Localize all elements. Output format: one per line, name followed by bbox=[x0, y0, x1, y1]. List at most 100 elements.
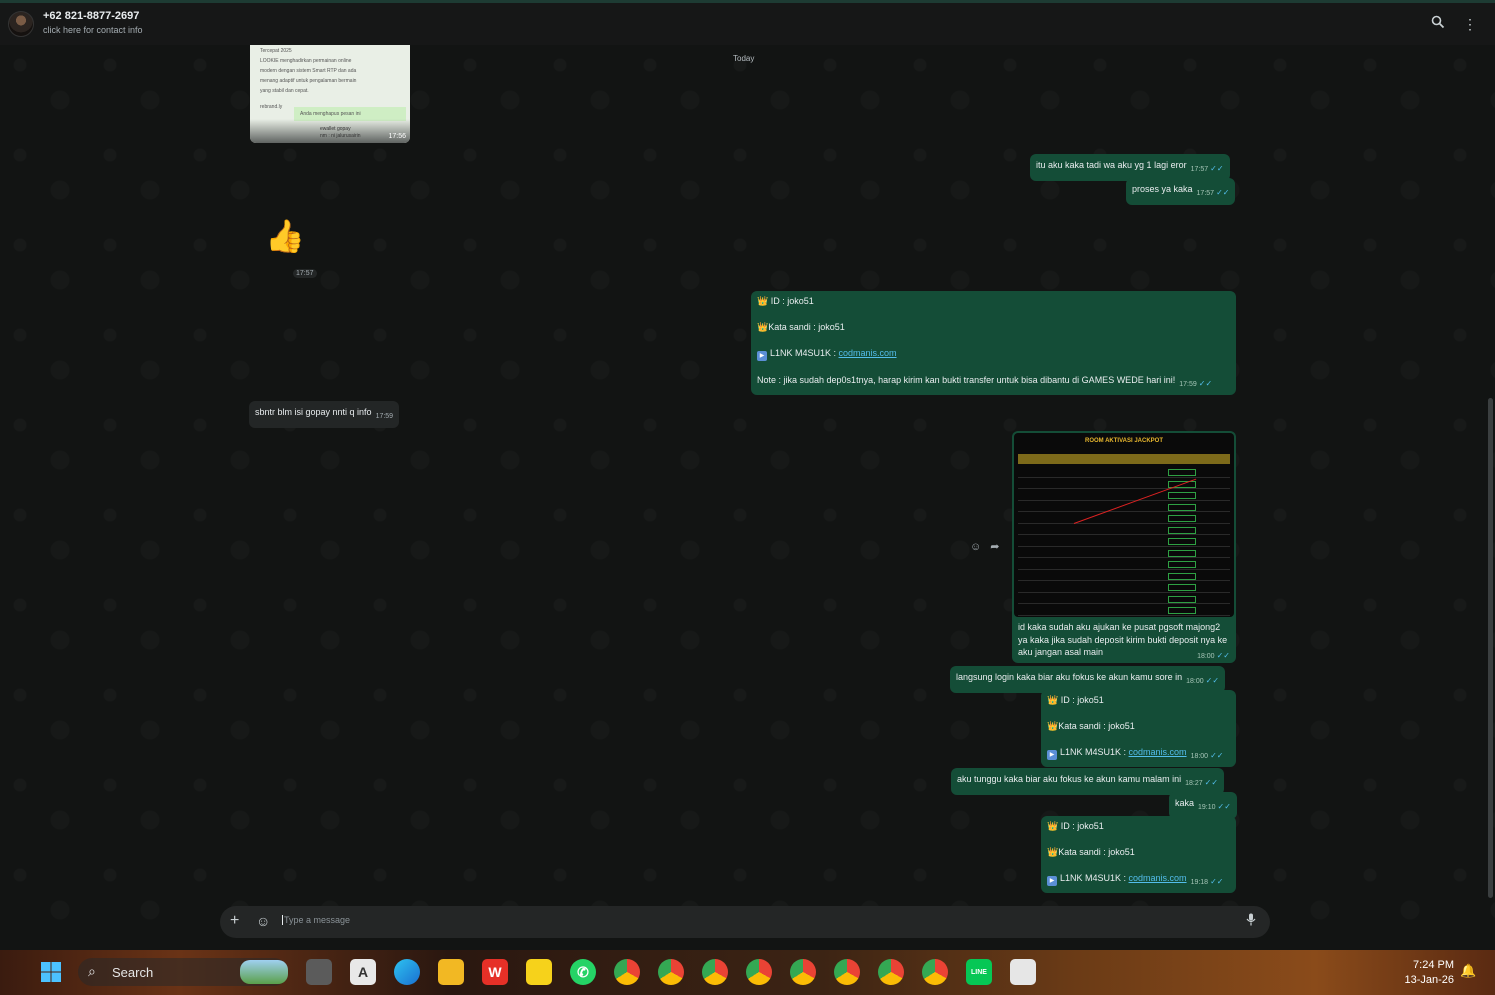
message-time: 18:00 bbox=[1190, 753, 1209, 760]
outgoing-message[interactable]: itu aku kaka tadi wa aku yg 1 lagi eror 1… bbox=[1030, 154, 1230, 181]
chrome-profile-icon[interactable] bbox=[790, 959, 816, 985]
crown-icon: 👑 bbox=[1047, 695, 1059, 705]
message-link[interactable]: codmanis.com bbox=[1129, 747, 1187, 757]
link-label: L1NK M4SU1K : bbox=[770, 348, 839, 358]
outgoing-message[interactable]: kaka 19:10 ✓✓ bbox=[1169, 792, 1237, 819]
outgoing-credentials-message[interactable]: 👑 ID : joko51 👑Kata sandi : joko51 ▶ L1NK… bbox=[1041, 816, 1236, 893]
font-app-icon[interactable]: A bbox=[350, 959, 376, 985]
message-text: kaka bbox=[1175, 798, 1195, 808]
preview-text-line: Tercepat 2025 bbox=[260, 48, 292, 54]
link-label: L1NK M4SU1K : bbox=[1060, 747, 1129, 757]
read-ticks-icon: ✓✓ bbox=[1198, 379, 1213, 388]
search-icon: ⌕ bbox=[88, 963, 96, 979]
chrome-profile-icon[interactable] bbox=[746, 959, 772, 985]
edge-browser-icon[interactable] bbox=[394, 959, 420, 985]
outgoing-message[interactable]: proses ya kaka 17:57 ✓✓ bbox=[1126, 178, 1236, 205]
message-text: langsung login kaka biar aku fokus ke ak… bbox=[956, 672, 1183, 682]
windows-start-icon[interactable] bbox=[38, 959, 64, 985]
message-text: aku tunggu kaka biar aku fokus ke akun k… bbox=[957, 774, 1182, 784]
chrome-profile-icon[interactable] bbox=[922, 959, 948, 985]
message-link[interactable]: codmanis.com bbox=[839, 348, 897, 358]
outgoing-message[interactable]: langsung login kaka biar aku fokus ke ak… bbox=[950, 666, 1226, 693]
chrome-profile-icon[interactable] bbox=[614, 959, 640, 985]
message-text: sbntr blm isi gopay nnti q info bbox=[255, 407, 372, 417]
contact-name[interactable]: +62 821-8877-2697 bbox=[43, 10, 139, 22]
thumbs-up-emoji-message[interactable]: 👍 bbox=[265, 218, 305, 254]
read-ticks-icon: ✓✓ bbox=[1210, 164, 1224, 173]
incoming-screenshot-message[interactable]: Tercepat 2025 LOOKIE menghadirkan permai… bbox=[250, 45, 410, 143]
read-ticks-icon: ✓✓ bbox=[1204, 778, 1219, 787]
preview-text-line: nm : ni jalurusairin bbox=[320, 133, 361, 139]
message-time: 19:18 bbox=[1190, 879, 1209, 886]
contact-info-hint[interactable]: click here for contact info bbox=[43, 25, 143, 35]
incoming-message[interactable]: sbntr blm isi gopay nnti q info 17:59 bbox=[249, 401, 400, 428]
wps-office-icon[interactable]: W bbox=[482, 959, 508, 985]
clock-date: 13-Jan-26 bbox=[1404, 974, 1454, 986]
kebab-menu-icon[interactable]: ⋮ bbox=[1461, 15, 1479, 33]
message-time: 17:57 bbox=[1196, 190, 1215, 197]
read-ticks-icon: ✓✓ bbox=[1205, 676, 1220, 685]
message-link[interactable]: codmanis.com bbox=[1129, 873, 1187, 883]
crown-icon: 👑 bbox=[1047, 721, 1059, 731]
message-time: 18:00 bbox=[1186, 678, 1204, 685]
chrome-profile-icon[interactable] bbox=[702, 959, 728, 985]
contact-avatar[interactable] bbox=[8, 11, 34, 37]
app-window-icon[interactable] bbox=[1010, 959, 1036, 985]
sticky-notes-icon[interactable] bbox=[526, 959, 552, 985]
password-line: Kata sandi : joko51 bbox=[768, 322, 845, 332]
password-line: Kata sandi : joko51 bbox=[1058, 847, 1135, 857]
crown-icon: 👑 bbox=[757, 322, 769, 332]
whatsapp-icon[interactable]: ✆ bbox=[570, 959, 596, 985]
chat-header[interactable]: +62 821-8877-2697 click here for contact… bbox=[0, 3, 1495, 45]
read-ticks-icon: ✓✓ bbox=[1210, 751, 1224, 760]
date-divider: Today bbox=[733, 54, 755, 63]
message-time: 19:10 bbox=[1198, 804, 1216, 811]
image-table-rows bbox=[1018, 466, 1230, 616]
outgoing-credentials-message[interactable]: 👑 ID : joko51 👑Kata sandi : joko51 ▶ L1NK… bbox=[751, 291, 1236, 395]
chrome-profile-icon[interactable] bbox=[658, 959, 684, 985]
message-time: 17:56 bbox=[388, 133, 406, 140]
preview-text-line: menang adaptif untuk pengalaman bermain bbox=[260, 78, 357, 84]
play-icon: ▶ bbox=[1047, 750, 1057, 760]
outgoing-credentials-message[interactable]: 👑 ID : joko51 👑Kata sandi : joko51 ▶ L1NK… bbox=[1041, 690, 1236, 767]
system-clock[interactable]: 7:24 PM 13-Jan-26 bbox=[1392, 958, 1454, 988]
chat-area[interactable] bbox=[0, 45, 1495, 950]
id-line: ID : joko51 bbox=[1058, 821, 1104, 831]
jackpot-table-image[interactable]: ROOM AKTIVASI JACKPOT bbox=[1014, 433, 1234, 617]
outgoing-message[interactable]: aku tunggu kaka biar aku fokus ke akun k… bbox=[951, 768, 1225, 795]
message-composer[interactable]: + ☺ Type a message bbox=[220, 906, 1270, 938]
id-line: ID : joko51 bbox=[1058, 695, 1104, 705]
emoji-reaction-icon[interactable]: ☺ bbox=[970, 541, 981, 553]
read-ticks-icon: ✓✓ bbox=[1217, 802, 1231, 811]
taskbar-search[interactable]: ⌕ Search bbox=[78, 958, 288, 986]
taskbar-search-label: Search bbox=[112, 965, 154, 980]
message-actions: ☺ ➦ bbox=[970, 540, 1000, 553]
message-text: proses ya kaka bbox=[1132, 184, 1193, 194]
search-highlight-image bbox=[240, 960, 288, 984]
clock-time: 7:24 PM bbox=[1413, 959, 1454, 971]
line-app-icon[interactable]: LINE bbox=[966, 959, 992, 985]
image-title: ROOM AKTIVASI JACKPOT bbox=[1084, 438, 1163, 444]
password-line: Kata sandi : joko51 bbox=[1058, 721, 1135, 731]
read-ticks-icon: ✓✓ bbox=[1216, 651, 1230, 660]
file-explorer-icon[interactable] bbox=[438, 959, 464, 985]
task-view-icon[interactable] bbox=[306, 959, 332, 985]
windows-taskbar: ⌕ Search A W ✆ LINE bbox=[0, 950, 1495, 995]
outgoing-image-message[interactable]: ROOM AKTIVASI JACKPOT id kaka sudah aku … bbox=[1012, 431, 1236, 663]
search-icon[interactable] bbox=[1429, 15, 1447, 33]
message-input[interactable]: Type a message bbox=[282, 915, 350, 925]
message-time: 17:57 bbox=[1190, 166, 1209, 173]
crown-icon: 👑 bbox=[1047, 847, 1059, 857]
chat-scrollbar[interactable] bbox=[1488, 398, 1493, 898]
microphone-icon[interactable] bbox=[1246, 913, 1256, 929]
chrome-profile-icon[interactable] bbox=[834, 959, 860, 985]
read-ticks-icon: ✓✓ bbox=[1210, 877, 1224, 886]
forward-icon[interactable]: ➦ bbox=[990, 541, 999, 553]
image-table-header bbox=[1018, 454, 1230, 464]
sticker-emoji-icon[interactable]: ☺ bbox=[256, 913, 270, 929]
notification-bell-icon[interactable]: 🔔 bbox=[1460, 963, 1476, 979]
attach-plus-icon[interactable]: + bbox=[230, 912, 239, 930]
chrome-profile-icon[interactable] bbox=[878, 959, 904, 985]
play-icon: ▶ bbox=[757, 351, 767, 361]
play-icon: ▶ bbox=[1047, 876, 1057, 886]
